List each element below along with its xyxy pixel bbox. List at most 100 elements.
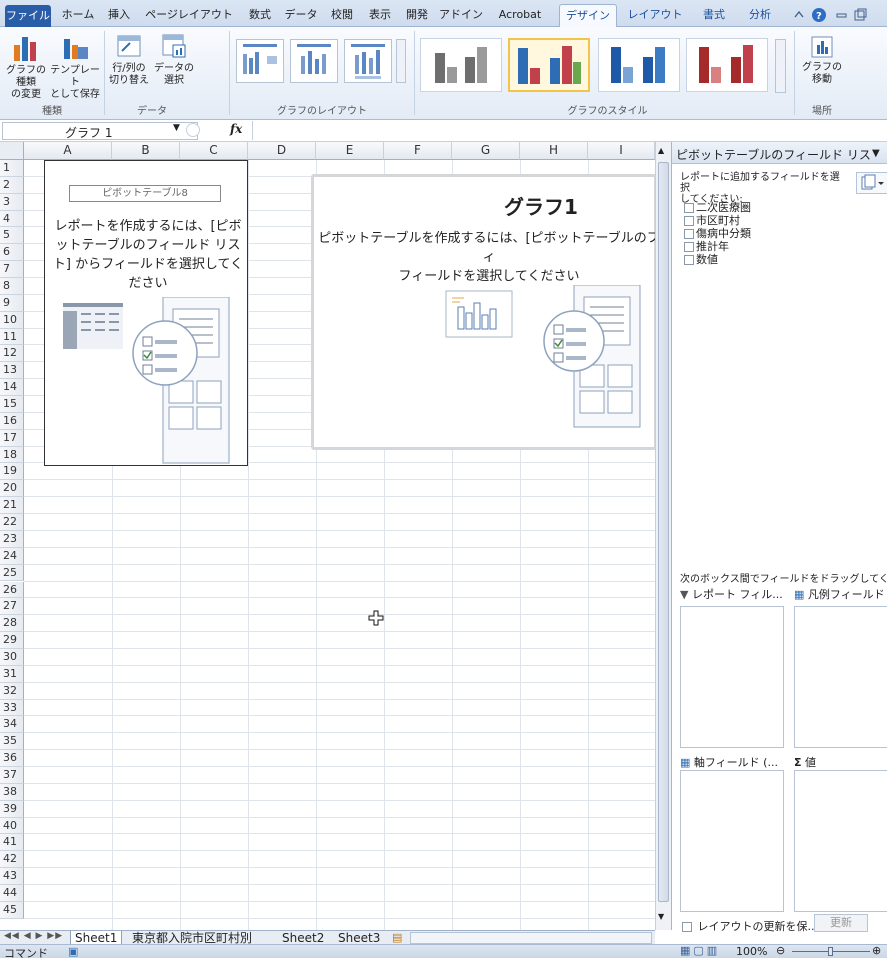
scroll-up-icon[interactable]: ▲ — [658, 146, 669, 156]
row-header[interactable]: 15 — [0, 396, 24, 413]
column-header-h[interactable]: H — [520, 142, 588, 160]
chart-style-blue[interactable] — [598, 38, 680, 92]
row-header[interactable]: 22 — [0, 514, 24, 531]
column-header-d[interactable]: D — [248, 142, 316, 160]
column-header-e[interactable]: E — [316, 142, 384, 160]
row-header[interactable]: 7 — [0, 261, 24, 279]
restore-window-icon[interactable] — [854, 10, 865, 21]
row-header[interactable]: 33 — [0, 699, 24, 717]
row-header[interactable]: 36 — [0, 750, 24, 767]
name-box-dropdown-icon[interactable]: ▼ — [173, 123, 180, 133]
column-header-b[interactable]: B — [112, 142, 180, 160]
column-header-c[interactable]: C — [180, 142, 248, 160]
row-header[interactable]: 30 — [0, 648, 24, 666]
row-header[interactable]: 31 — [0, 665, 24, 683]
sheet-nav-icons[interactable]: ◀◀ ◀ ▶ ▶▶ — [4, 931, 63, 941]
sheet-tab-tokyo[interactable]: 東京都入院市区町村別 — [128, 931, 256, 945]
row-header[interactable]: 41 — [0, 834, 24, 852]
row-header[interactable]: 13 — [0, 362, 24, 380]
formula-input[interactable] — [252, 121, 885, 140]
row-header[interactable]: 11 — [0, 328, 24, 346]
scrollbar-thumb[interactable] — [658, 162, 669, 902]
row-header[interactable]: 2 — [0, 176, 24, 194]
macro-record-icon[interactable]: ▣ — [68, 945, 78, 958]
vertical-scrollbar[interactable]: ▲ ▼ — [655, 142, 671, 930]
tab-analyze[interactable]: 分析 — [740, 4, 780, 27]
row-header[interactable]: 4 — [0, 210, 24, 228]
row-header[interactable]: 40 — [0, 817, 24, 835]
zoom-out-icon[interactable]: ⊖ — [776, 944, 785, 957]
chart-style-red[interactable] — [686, 38, 768, 92]
move-chart-button[interactable]: グラフの 移動 — [800, 35, 844, 101]
layout-gallery-scroll[interactable] — [396, 39, 406, 83]
column-header-g[interactable]: G — [452, 142, 520, 160]
tab-insert[interactable]: 挿入 — [102, 4, 136, 27]
field-checkbox-icon[interactable] — [684, 216, 694, 226]
chart-layout-1[interactable] — [236, 39, 284, 83]
row-header[interactable]: 26 — [0, 581, 24, 599]
row-header[interactable]: 21 — [0, 497, 24, 515]
row-header[interactable]: 12 — [0, 345, 24, 363]
scroll-down-icon[interactable]: ▼ — [658, 912, 669, 922]
column-header-a[interactable]: A — [24, 142, 112, 160]
row-header[interactable]: 20 — [0, 480, 24, 498]
tab-addins[interactable]: アドイン — [437, 4, 485, 27]
row-header[interactable]: 39 — [0, 800, 24, 818]
tab-format[interactable]: 書式 — [694, 4, 734, 27]
row-header[interactable]: 32 — [0, 682, 24, 700]
row-header[interactable]: 45 — [0, 901, 24, 919]
sheet-tab-sheet3[interactable]: Sheet3 — [334, 931, 384, 945]
row-header[interactable]: 29 — [0, 632, 24, 649]
tab-layout[interactable]: レイアウト — [622, 4, 688, 27]
row-header[interactable]: 1 — [0, 160, 24, 177]
row-header[interactable]: 25 — [0, 564, 24, 582]
field-checkbox-icon[interactable] — [684, 203, 694, 213]
defer-layout-update-checkbox[interactable]: レイアウトの更新を保... — [682, 918, 818, 934]
row-header[interactable]: 3 — [0, 193, 24, 211]
row-header[interactable]: 24 — [0, 547, 24, 565]
row-header[interactable]: 6 — [0, 244, 24, 262]
chart-object[interactable]: グラフ1 ピボットテーブルを作成するには、[ピボットテーブルのフィ フィールドを… — [311, 174, 655, 450]
values-dropzone[interactable] — [794, 770, 887, 912]
field-checkbox-icon[interactable] — [684, 255, 694, 265]
select-all-corner[interactable] — [0, 142, 24, 160]
insert-function-icon[interactable]: fx — [230, 122, 242, 136]
pivot-table-placeholder[interactable]: ピボットテーブル8 レポートを作成するには、[ピボットテーブルのフィールド リス… — [44, 160, 248, 466]
row-header[interactable]: 37 — [0, 766, 24, 784]
chart-style-gray[interactable] — [420, 38, 502, 92]
tab-developer[interactable]: 開発 — [400, 4, 434, 27]
minimize-ribbon-icon[interactable] — [794, 10, 804, 18]
switch-row-column-button[interactable]: 行/列の 切り替え — [108, 31, 150, 99]
change-chart-type-button[interactable]: グラフの種類 の変更 — [4, 31, 48, 100]
row-header[interactable]: 19 — [0, 463, 24, 481]
worksheet-grid[interactable]: A B C D E F G H I 1 2 3 4 5 6 7 8 9 10 11 12 13 14 15 1… — [0, 142, 655, 930]
row-header[interactable]: 9 — [0, 294, 24, 312]
field-list-layout-button[interactable] — [856, 172, 887, 194]
column-header-i[interactable]: I — [588, 142, 655, 160]
zoom-in-icon[interactable]: ⊕ — [872, 944, 881, 957]
row-header[interactable]: 5 — [0, 227, 24, 245]
panel-menu-icon[interactable]: ▼ — [872, 148, 880, 159]
row-header[interactable]: 28 — [0, 615, 24, 633]
name-box[interactable]: グラフ 1 ▼ — [2, 122, 198, 140]
update-button[interactable]: 更新 — [814, 914, 868, 932]
zoom-level[interactable]: 100% — [736, 945, 767, 958]
column-header-f[interactable]: F — [384, 142, 452, 160]
chart-style-selected[interactable] — [508, 38, 590, 92]
select-data-button[interactable]: データの 選択 — [152, 31, 196, 99]
tab-formulas[interactable]: 数式 — [243, 4, 277, 27]
row-header[interactable]: 44 — [0, 884, 24, 902]
minimize-window-icon[interactable] — [836, 13, 847, 18]
chart-layout-3[interactable] — [344, 39, 392, 83]
row-header[interactable]: 14 — [0, 379, 24, 397]
tab-review[interactable]: 校閲 — [324, 4, 360, 27]
tab-data[interactable]: データ — [281, 4, 321, 27]
row-header[interactable]: 18 — [0, 446, 24, 464]
row-header[interactable]: 10 — [0, 311, 24, 329]
row-header[interactable]: 38 — [0, 783, 24, 801]
row-header[interactable]: 17 — [0, 429, 24, 447]
tab-file[interactable]: ファイル — [5, 5, 51, 27]
row-header[interactable]: 42 — [0, 851, 24, 869]
sheet-tab-sheet2[interactable]: Sheet2 — [278, 931, 328, 945]
row-header[interactable]: 27 — [0, 598, 24, 616]
